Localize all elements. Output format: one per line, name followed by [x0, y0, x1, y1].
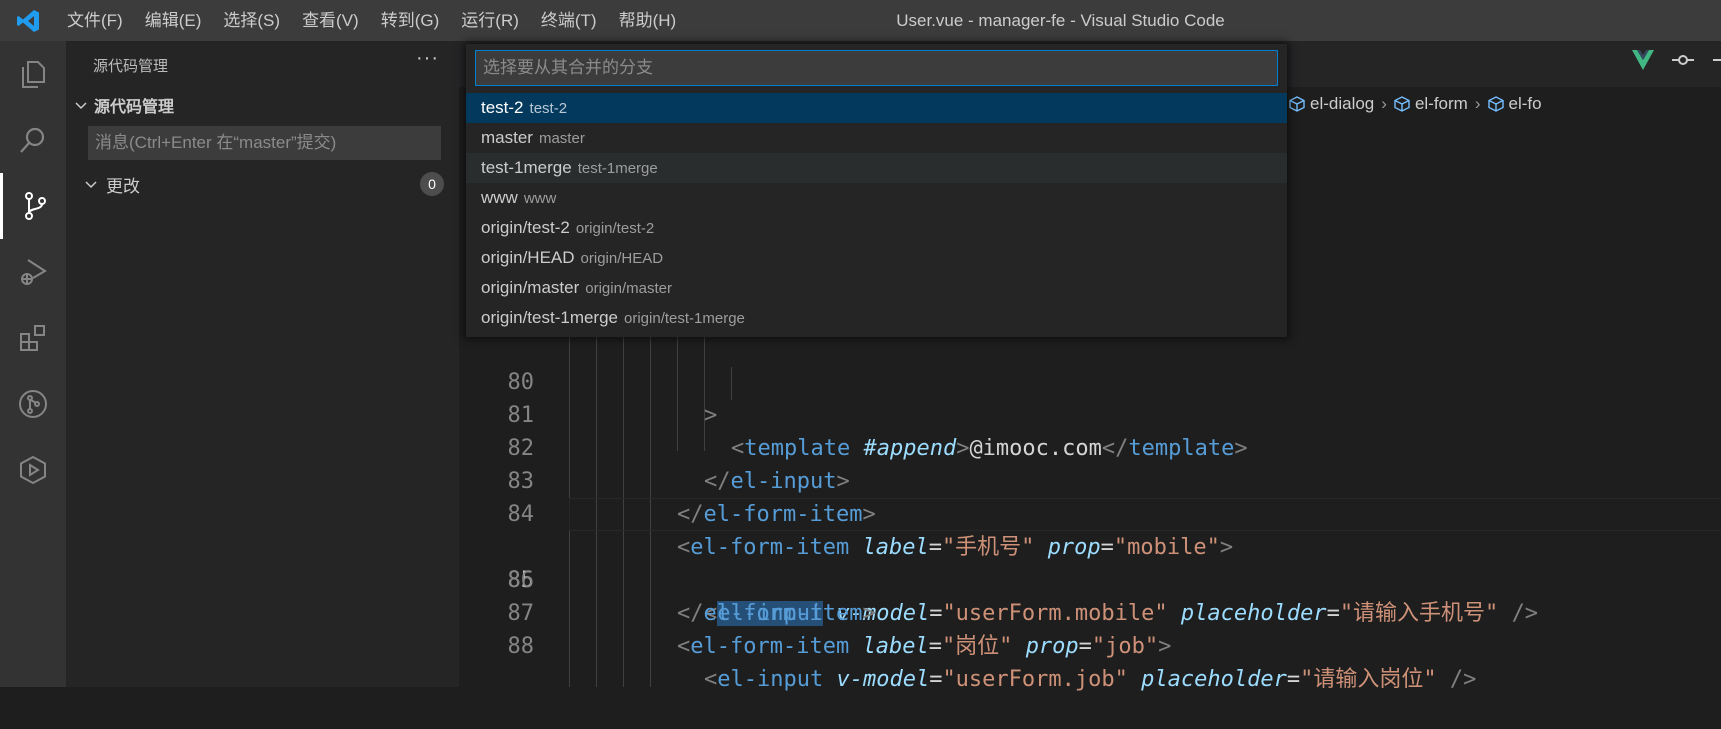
code-line: 84 <el-form-item label="手机号" prop="mobil…: [507, 502, 1234, 560]
code-line: 82 </el-input>: [507, 436, 850, 494]
source-control-sidebar: 源代码管理 ··· 源代码管理 消息(Ctrl+Enter 在“master”提…: [66, 41, 459, 687]
code-line: 81 <template #append>@imooc.com</templat…: [507, 403, 1248, 461]
branch-filter-input[interactable]: 选择要从其合并的分支: [475, 50, 1278, 86]
editor-actions: [1631, 49, 1721, 76]
menu-bar: 文件(F) 编辑(E) 选择(S) 查看(V) 转到(G) 运行(R) 终端(T…: [56, 0, 687, 41]
menu-go[interactable]: 转到(G): [370, 0, 451, 41]
breadcrumb-item[interactable]: el-dialog: [1289, 94, 1374, 114]
menu-terminal[interactable]: 终端(T): [530, 0, 608, 41]
vue-icon[interactable]: [1631, 49, 1655, 76]
changes-count-badge: 0: [420, 172, 444, 196]
code-line: 86 </el-form-item>: [507, 568, 876, 626]
search-icon[interactable]: [0, 107, 66, 173]
menu-selection[interactable]: 选择(S): [212, 0, 291, 41]
activity-bar: [0, 41, 66, 687]
explorer-icon[interactable]: [0, 41, 66, 107]
branch-item[interactable]: origin/test-2 origin/test-2: [466, 213, 1287, 243]
cube-icon: [1487, 96, 1504, 112]
run-debug-icon[interactable]: [0, 239, 66, 305]
vscode-logo-icon: [0, 0, 56, 41]
more-actions-icon[interactable]: ···: [416, 47, 439, 70]
commit-message-input[interactable]: 消息(Ctrl+Enter 在“master”提交): [88, 126, 441, 160]
title-bar: 文件(F) 编辑(E) 选择(S) 查看(V) 转到(G) 运行(R) 终端(T…: [0, 0, 1721, 41]
breadcrumb-item[interactable]: el-form: [1394, 94, 1468, 114]
code-line: 80 >: [507, 370, 718, 428]
window-title: User.vue - manager-fe - Visual Studio Co…: [896, 11, 1225, 30]
git-graph-icon[interactable]: [0, 371, 66, 437]
changes-group[interactable]: 更改 0: [84, 171, 444, 197]
chevron-right-icon: ›: [1474, 94, 1481, 113]
branch-item[interactable]: master master: [466, 123, 1287, 153]
chevron-down-icon: [85, 181, 97, 189]
code-line: 88 <el-input v-model="userForm.job" plac…: [507, 634, 1477, 692]
menu-view[interactable]: 查看(V): [291, 0, 370, 41]
branch-item[interactable]: origin/test-1merge origin/test-1merge: [466, 303, 1287, 333]
branch-item[interactable]: test-2 test-2: [466, 93, 1287, 123]
branch-item[interactable]: origin/master origin/master: [466, 273, 1287, 303]
menu-file[interactable]: 文件(F): [56, 0, 134, 41]
code-line: 83 </el-form-item>: [507, 469, 876, 527]
breadcrumb-item[interactable]: el-fo: [1487, 94, 1542, 114]
chevron-down-icon: [75, 102, 87, 110]
changes-label: 更改: [106, 176, 140, 196]
remote-icon[interactable]: [0, 437, 66, 503]
menu-edit[interactable]: 编辑(E): [134, 0, 213, 41]
extensions-icon[interactable]: [0, 305, 66, 371]
branch-item[interactable]: test-1merge test-1merge: [466, 153, 1287, 183]
current-line-highlight: [569, 498, 1721, 531]
branch-quick-pick: 选择要从其合并的分支 test-2 test-2 master master tes…: [466, 44, 1287, 337]
code-line: 87 <el-form-item label="岗位" prop="job">: [507, 601, 1172, 659]
menu-run[interactable]: 运行(R): [450, 0, 530, 41]
code-line-current: 85 <el-input v-model="userForm.mobile" p…: [459, 498, 1721, 626]
sidebar-title: 源代码管理: [93, 58, 169, 75]
menu-help[interactable]: 帮助(H): [608, 0, 688, 41]
source-control-section[interactable]: 源代码管理: [74, 93, 174, 117]
cube-icon: [1394, 96, 1410, 112]
branch-item[interactable]: origin/HEAD origin/HEAD: [466, 243, 1287, 273]
cube-icon: [1289, 96, 1305, 112]
branch-list: test-2 test-2 master master test-1merge tes…: [466, 93, 1287, 333]
branch-item[interactable]: www www: [466, 183, 1287, 213]
git-compare-icon[interactable]: [1671, 49, 1695, 76]
chevron-right-icon: ›: [1381, 94, 1387, 113]
source-control-icon[interactable]: [0, 173, 66, 239]
breadcrumb: el-dialog › el-form › el-fo: [1289, 87, 1721, 121]
split-more-icon[interactable]: [1711, 49, 1721, 76]
section-title: 源代码管理: [94, 99, 175, 116]
